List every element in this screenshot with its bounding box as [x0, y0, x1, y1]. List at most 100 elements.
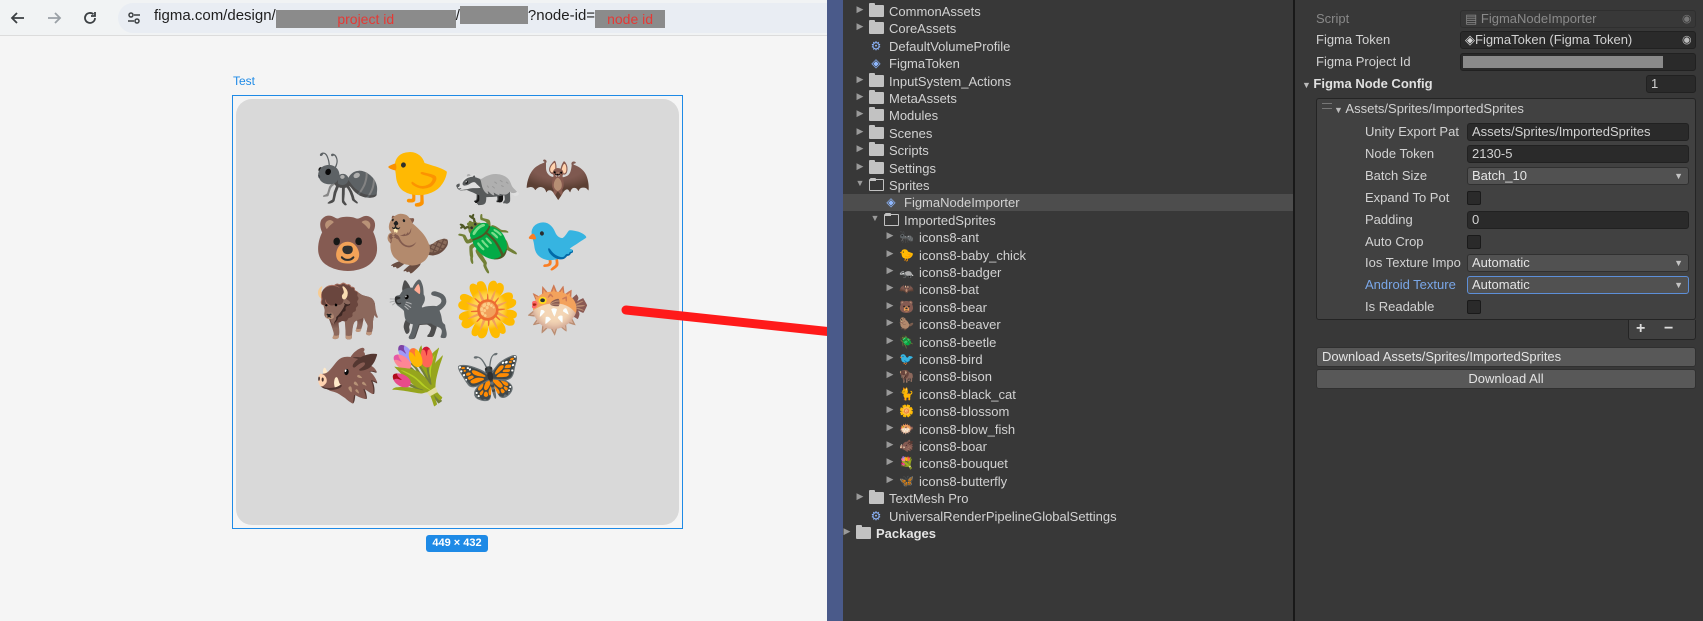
config-size-field[interactable]: 1	[1646, 75, 1696, 93]
tree-folder-row[interactable]: ▶ Modules	[843, 107, 1293, 124]
tree-asset-row[interactable]: ▶ 🐤 icons8-baby_chick	[843, 247, 1293, 264]
reload-icon[interactable]	[80, 8, 100, 28]
expand-right-icon[interactable]: ▶	[884, 439, 896, 450]
tree-asset-row[interactable]: ▶ 🦇 icons8-bat	[843, 281, 1293, 298]
padding-field[interactable]: 0	[1467, 211, 1689, 229]
tree-asset-row[interactable]: ▶ 🐈 icons8-black_cat	[843, 386, 1293, 403]
frame-emoji[interactable]: 🐜	[314, 151, 381, 217]
expand-right-icon[interactable]: ▶	[884, 422, 896, 433]
is-readable-checkbox[interactable]	[1467, 300, 1481, 314]
expand-right-icon[interactable]: ▶	[884, 265, 896, 276]
auto-crop-checkbox[interactable]	[1467, 235, 1481, 249]
frame-emoji[interactable]: 🦇	[524, 151, 591, 217]
tree-asset-row[interactable]: ▶ 🐡 icons8-blow_fish	[843, 421, 1293, 438]
tree-asset-row[interactable]: ▶ 🐗 icons8-boar	[843, 438, 1293, 455]
figma-frame[interactable]: 🐜 🐤 🦡 🦇 🐻 🦫 🪲 🐦 🦬 🐈‍⬛ 🌼 🐡 🐗 💐 🦋	[232, 95, 683, 529]
expand-down-icon[interactable]: ▼	[854, 178, 866, 188]
android-texture-dropdown[interactable]: Automatic ▼	[1467, 276, 1689, 294]
tree-asset-row[interactable]: ▶ 🪲 icons8-beetle	[843, 334, 1293, 351]
download-all-button[interactable]: Download All	[1316, 369, 1696, 389]
tree-folder-row[interactable]: ▼ Sprites	[843, 177, 1293, 194]
expand-right-icon[interactable]: ▶	[884, 387, 896, 398]
tree-folder-row[interactable]: ▶ InputSystem_Actions	[843, 72, 1293, 90]
unity-export-path-field[interactable]: Assets/Sprites/ImportedSprites	[1467, 123, 1689, 141]
expand-right-icon[interactable]: ▶	[854, 21, 866, 32]
node-token-field[interactable]: 2130-5	[1467, 145, 1689, 163]
download-folder-button[interactable]: Download Assets/Sprites/ImportedSprites	[1316, 347, 1696, 367]
tree-folder-row[interactable]: ▶ CoreAssets	[843, 20, 1293, 37]
frame-label[interactable]: Test	[233, 74, 255, 88]
expand-right-icon[interactable]: ▶	[854, 74, 866, 85]
expand-right-icon[interactable]: ▶	[854, 91, 866, 102]
tree-folder-row[interactable]: ▶ TextMesh Pro	[843, 490, 1293, 507]
back-icon[interactable]	[8, 8, 28, 28]
expand-right-icon[interactable]: ▶	[884, 248, 896, 259]
expand-to-pot-checkbox[interactable]	[1467, 191, 1481, 205]
frame-emoji[interactable]: 🐈‍⬛	[384, 283, 451, 349]
tree-folder-row[interactable]: ▶ Packages	[843, 525, 1293, 542]
expand-right-icon[interactable]: ▶	[854, 126, 866, 137]
frame-emoji[interactable]: 🦬	[314, 283, 381, 349]
tree-asset-row[interactable]: ▶ 🦡 icons8-badger	[843, 264, 1293, 281]
tree-folder-row[interactable]: ▼ ImportedSprites	[843, 212, 1293, 229]
config-element-foldout[interactable]: ▼ Assets/Sprites/ImportedSprites	[1334, 100, 1524, 119]
expand-right-icon[interactable]: ▶	[854, 161, 866, 172]
tree-asset-row[interactable]: ▶ 🐦 icons8-bird	[843, 351, 1293, 368]
figma-project-id-field[interactable]	[1460, 53, 1696, 71]
expand-right-icon[interactable]: ▶	[854, 491, 866, 502]
expand-right-icon[interactable]: ▶	[841, 526, 853, 537]
expand-right-icon[interactable]: ▶	[854, 4, 866, 15]
expand-right-icon[interactable]: ▶	[884, 456, 896, 467]
tree-folder-row[interactable]: ▶ MetaAssets	[843, 90, 1293, 107]
figma-node-config-foldout[interactable]: ▼ Figma Node Config	[1302, 75, 1433, 94]
expand-right-icon[interactable]: ▶	[884, 282, 896, 293]
ios-texture-dropdown[interactable]: Automatic ▼	[1467, 254, 1689, 272]
tree-asset-row[interactable]: ⚙ DefaultVolumeProfile	[843, 38, 1293, 55]
frame-emoji[interactable]: 🪲	[454, 217, 521, 283]
batch-size-dropdown[interactable]: Batch_10 ▼	[1467, 167, 1689, 185]
frame-emoji[interactable]: 🐗	[314, 349, 381, 415]
tree-folder-row[interactable]: ▶ CommonAssets	[843, 3, 1293, 20]
forward-icon[interactable]	[44, 8, 64, 28]
frame-emoji[interactable]: 🐻	[314, 217, 381, 283]
expand-down-icon[interactable]: ▼	[869, 213, 881, 223]
url-text[interactable]: figma.com/design/project id / ?node-id= nod…	[154, 6, 666, 28]
tree-folder-row[interactable]: ▶ Scripts	[843, 142, 1293, 159]
expand-right-icon[interactable]: ▶	[884, 404, 896, 415]
frame-emoji[interactable]: 🦫	[384, 217, 451, 283]
tree-asset-row[interactable]: ▶ 🦋 icons8-butterfly	[843, 473, 1293, 490]
project-tree[interactable]: ▶ CommonAssets ▶ CoreAssets ⚙ DefaultVolumePr…	[843, 0, 1293, 621]
frame-emoji[interactable]: 🐤	[384, 151, 451, 217]
frame-emoji[interactable]: 🦋	[454, 349, 521, 415]
tree-folder-row[interactable]: ▶ Scenes	[843, 124, 1293, 142]
tree-asset-row[interactable]: ▶ 🐻 icons8-bear	[843, 299, 1293, 316]
frame-emoji[interactable]: 💐	[384, 349, 451, 415]
figma-token-field[interactable]: ◈FigmaToken (Figma Token)	[1460, 31, 1696, 49]
expand-right-icon[interactable]: ▶	[884, 474, 896, 485]
expand-right-icon[interactable]: ▶	[884, 230, 896, 241]
frame-emoji[interactable]: 🦡	[454, 151, 521, 217]
expand-right-icon[interactable]: ▶	[884, 335, 896, 346]
remove-element-button[interactable]: −	[1664, 320, 1673, 338]
tree-asset-row[interactable]: ▶ 🦫 icons8-beaver	[843, 316, 1293, 333]
tree-folder-row[interactable]: ▶ Settings	[843, 159, 1293, 177]
tree-asset-row[interactable]: ▶ 🦬 icons8-bison	[843, 368, 1293, 385]
expand-right-icon[interactable]: ▶	[854, 143, 866, 154]
frame-emoji[interactable]: 🐡	[524, 283, 591, 349]
tree-asset-row[interactable]: ▶ 💐 icons8-bouquet	[843, 455, 1293, 472]
tree-asset-row[interactable]: ◈ FigmaToken	[843, 55, 1293, 72]
site-settings-icon[interactable]	[124, 8, 144, 28]
expand-right-icon[interactable]: ▶	[854, 108, 866, 119]
tree-asset-row[interactable]: ⚙ UniversalRenderPipelineGlobalSettings	[843, 508, 1293, 525]
tree-asset-row[interactable]: ◈ FigmaNodeImporter	[843, 194, 1293, 212]
expand-right-icon[interactable]: ▶	[884, 352, 896, 363]
drag-handle-icon[interactable]	[1322, 103, 1332, 109]
add-element-button[interactable]: +	[1636, 320, 1645, 338]
expand-right-icon[interactable]: ▶	[884, 317, 896, 328]
frame-emoji[interactable]: 🐦	[524, 217, 591, 283]
tree-asset-row[interactable]: ▶ 🐜 icons8-ant	[843, 229, 1293, 246]
script-target-icon[interactable]: ◉	[1682, 12, 1692, 25]
tree-asset-row[interactable]: ▶ 🌼 icons8-blossom	[843, 403, 1293, 420]
frame-emoji[interactable]: 🌼	[454, 283, 521, 349]
expand-right-icon[interactable]: ▶	[884, 300, 896, 311]
